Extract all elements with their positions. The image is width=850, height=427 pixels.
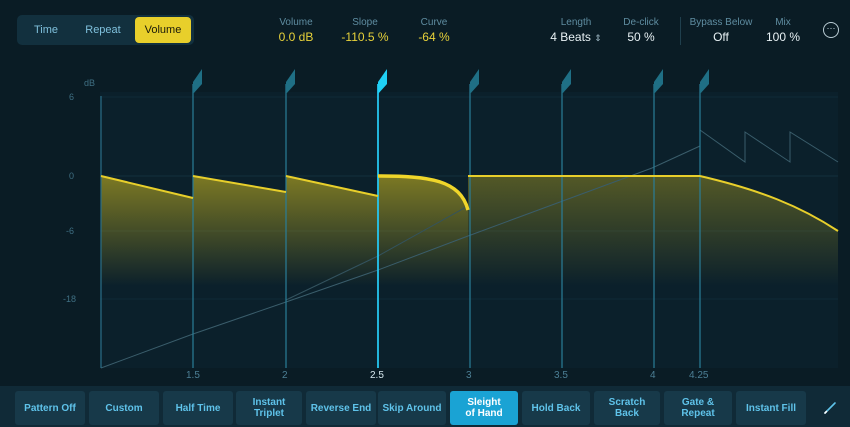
preset-hold-back[interactable]: Hold Back	[522, 391, 590, 425]
curve-label: Curve	[420, 17, 448, 28]
beat-label-4: 4	[650, 370, 656, 381]
preset-reverse-end[interactable]: Reverse End	[306, 391, 376, 425]
stepper-icon[interactable]: ⇕	[594, 33, 602, 43]
marker-flag-selected-icon	[378, 69, 387, 94]
segment-fill-2	[193, 176, 286, 286]
volume-label: Volume	[279, 17, 313, 28]
preset-pattern-off[interactable]: Pattern Off	[15, 391, 85, 425]
preset-gate-and-repeat[interactable]: Gate & Repeat	[664, 391, 732, 425]
marker-flag-icon	[470, 69, 479, 94]
preset-instant-fill[interactable]: Instant Fill	[736, 391, 806, 425]
length-label: Length	[560, 17, 592, 28]
db-label-6: 6	[69, 92, 75, 102]
top-bar: Time Repeat Volume Volume 0.0 dB Slope -…	[0, 0, 850, 56]
curve-value[interactable]: -64 %	[406, 29, 462, 45]
volume-graph[interactable]: dB 6 0 -6 -18 1.5 2 2.5 3 3.5 4 4.25	[0, 56, 850, 386]
marker-flag-icon	[562, 69, 571, 94]
bypass-below-param[interactable]: Bypass Below Off	[686, 16, 756, 45]
declick-value[interactable]: 50 %	[614, 29, 668, 45]
preset-sleight-of-hand[interactable]: Sleight of Hand	[450, 391, 518, 425]
db-label-minus6: -6	[66, 226, 75, 236]
preset-skip-around[interactable]: Skip Around	[378, 391, 446, 425]
length-value-wrap[interactable]: 4 Beats ⇕	[540, 29, 612, 46]
beat-label-3-5: 3.5	[554, 370, 568, 381]
mix-value[interactable]: 100 %	[760, 29, 806, 45]
volume-value[interactable]: 0.0 dB	[268, 29, 324, 45]
preset-half-time[interactable]: Half Time	[163, 391, 233, 425]
beat-label-4-25: 4.25	[689, 370, 709, 381]
marker-flag-icon	[700, 69, 709, 94]
segment-fill-5	[468, 176, 700, 286]
more-options-icon[interactable]: ⋯	[823, 22, 839, 38]
curve-param[interactable]: Curve -64 %	[406, 16, 462, 45]
bypass-below-value[interactable]: Off	[686, 29, 756, 45]
slope-label: Slope	[352, 17, 378, 28]
marker-flag-icon	[286, 69, 295, 94]
volume-param[interactable]: Volume 0.0 dB	[268, 16, 324, 45]
graph-canvas	[100, 69, 839, 369]
mix-param[interactable]: Mix 100 %	[760, 16, 806, 45]
y-unit-label: dB	[84, 78, 96, 88]
beat-label-1-5: 1.5	[186, 370, 200, 381]
declick-label: De-click	[623, 17, 659, 28]
mix-label: Mix	[775, 17, 791, 28]
preset-bar: Pattern Off Custom Half Time Instant Tri…	[0, 386, 850, 427]
marker-flag-icon	[193, 69, 202, 94]
tab-repeat[interactable]: Repeat	[77, 17, 129, 43]
preset-custom[interactable]: Custom	[89, 391, 159, 425]
beat-label-3: 3	[466, 370, 472, 381]
beat-label-2: 2	[282, 370, 288, 381]
beat-label-2-5: 2.5	[370, 370, 384, 381]
db-label-minus18: -18	[63, 294, 77, 304]
length-param[interactable]: Length 4 Beats ⇕	[540, 16, 612, 46]
length-value[interactable]: 4 Beats	[550, 30, 591, 44]
slope-value[interactable]: -110.5 %	[334, 29, 396, 45]
db-label-0: 0	[69, 171, 75, 181]
preset-scratch-back[interactable]: Scratch Back	[594, 391, 660, 425]
divider	[680, 17, 681, 45]
tab-volume[interactable]: Volume	[135, 17, 191, 43]
mode-segmented-control: Time Repeat Volume	[17, 15, 194, 45]
pencil-icon[interactable]	[822, 400, 838, 416]
slope-param[interactable]: Slope -110.5 %	[334, 16, 396, 45]
preset-instant-triplet[interactable]: Instant Triplet	[236, 391, 302, 425]
marker-flag-icon	[654, 69, 663, 94]
tab-time[interactable]: Time	[23, 17, 69, 43]
bypass-below-label: Bypass Below	[689, 17, 753, 28]
declick-param[interactable]: De-click 50 %	[614, 16, 668, 45]
